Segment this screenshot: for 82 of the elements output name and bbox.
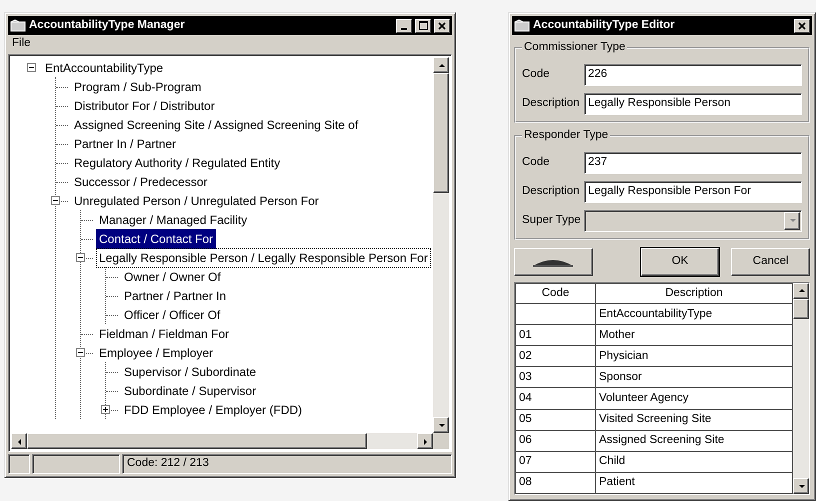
table-cell: 01 — [516, 324, 596, 346]
scroll-left-button[interactable] — [11, 433, 27, 449]
window-icon — [514, 19, 530, 32]
input-field[interactable]: Legally Responsible Person For — [584, 180, 802, 203]
collapse-icon[interactable] — [76, 252, 85, 262]
table-cell: Visited Screening Site — [596, 409, 792, 430]
tree-item[interactable]: Legally Responsible Person / Legally Responsible Person For — [96, 248, 431, 268]
table-cell: 05 — [516, 409, 596, 430]
scroll-thumb[interactable] — [27, 433, 367, 449]
scroll-thumb[interactable] — [433, 73, 449, 193]
tree-item[interactable]: EntAccountabilityType — [42, 58, 166, 78]
table-cell: 04 — [516, 388, 596, 410]
tree-item[interactable]: Manager / Managed Facility — [96, 210, 250, 230]
group-label: Responder Type — [523, 128, 610, 143]
table-cell: 02 — [516, 346, 596, 367]
maximize-button[interactable] — [415, 18, 431, 32]
scroll-right-button[interactable] — [417, 433, 433, 449]
tree-item[interactable]: Subordinate / Supervisor — [121, 380, 260, 400]
cancel-button[interactable]: Cancel — [731, 248, 810, 276]
table-cell: Child — [596, 451, 792, 472]
tree-item[interactable]: Employee / Employer — [96, 342, 216, 362]
field-label: Description — [522, 184, 580, 199]
table-cell: Mother — [596, 324, 792, 346]
close-button[interactable] — [794, 18, 810, 32]
table-cell: Patient — [596, 472, 792, 494]
minimize-icon — [401, 28, 407, 30]
input-field[interactable]: 237 — [584, 152, 802, 174]
maximize-icon — [418, 21, 428, 30]
scrollbar-corner — [433, 433, 449, 449]
collapse-icon[interactable] — [76, 348, 85, 356]
window-title: AccountabilityType Manager — [29, 18, 186, 33]
tree-item[interactable]: Successor / Predecessor — [71, 172, 210, 192]
tree-item[interactable]: Unregulated Person / Unregulated Person For — [71, 190, 322, 210]
ok-button[interactable]: OK — [640, 248, 720, 276]
scroll-down-button[interactable] — [793, 478, 809, 494]
column-header[interactable]: Code — [516, 283, 596, 304]
scroll-down-button[interactable] — [433, 417, 449, 433]
tree-item[interactable]: Owner / Owner Of — [121, 266, 224, 286]
table-cell: Assigned Screening Site — [596, 430, 792, 452]
close-button[interactable] — [434, 18, 450, 32]
table-cell: 07 — [516, 451, 596, 472]
expand-icon[interactable] — [101, 404, 110, 414]
field-label: Super Type — [522, 212, 580, 228]
close-icon — [798, 22, 806, 30]
tree-item[interactable]: Fieldman / Fieldman For — [96, 324, 232, 344]
minimize-button[interactable] — [396, 18, 412, 32]
field-label: Description — [522, 96, 580, 112]
field-label: Code — [522, 67, 550, 82]
table-cell: Sponsor — [596, 366, 792, 388]
table-cell: 03 — [516, 366, 596, 388]
tree-item[interactable]: Contact / Contact For — [96, 228, 216, 248]
collapse-icon[interactable] — [27, 62, 36, 72]
tree-item[interactable]: Assigned Screening Site / Assigned Screening Site of — [71, 114, 362, 134]
column-header[interactable]: Description — [596, 283, 792, 304]
window-icon — [10, 19, 26, 32]
tree-item[interactable]: Partner / Partner In — [121, 286, 230, 306]
status-pane — [8, 454, 30, 474]
status-text: Code: 212 / 213 — [127, 456, 209, 472]
input-field[interactable]: 226 — [584, 64, 802, 86]
table-cell: EntAccountabilityType — [596, 304, 792, 325]
scroll-up-button[interactable] — [793, 282, 809, 299]
input-field[interactable]: Legally Responsible Person — [584, 92, 802, 115]
tree-item[interactable]: Distributor For / Distributor — [71, 96, 218, 116]
table-cell: Volunteer Agency — [596, 388, 792, 410]
tree-item[interactable]: Program / Sub-Program — [71, 76, 204, 96]
table-cell: Physician — [596, 346, 792, 367]
scroll-thumb[interactable] — [793, 298, 809, 319]
icon-button[interactable] — [514, 248, 593, 276]
tree-item[interactable]: Officer / Officer Of — [121, 304, 224, 324]
tree-item[interactable]: FDD Employee / Employer (FDD) — [121, 400, 306, 420]
table-cell: 06 — [516, 430, 596, 452]
tree-item[interactable]: Regulatory Authority / Regulated Entity — [71, 152, 284, 172]
window-title: AccountabilityType Editor — [533, 18, 676, 33]
table-cell: 08 — [516, 472, 596, 494]
close-icon — [438, 22, 446, 30]
tree-item[interactable]: Supervisor / Subordinate — [121, 362, 260, 382]
menu-item[interactable]: File — [12, 34, 31, 52]
group-label: Commissioner Type — [523, 41, 626, 55]
collapse-icon[interactable] — [51, 196, 60, 204]
field-label: Code — [522, 154, 550, 170]
tree-item[interactable]: Partner In / Partner — [71, 134, 180, 154]
scroll-up-button[interactable] — [433, 57, 449, 73]
